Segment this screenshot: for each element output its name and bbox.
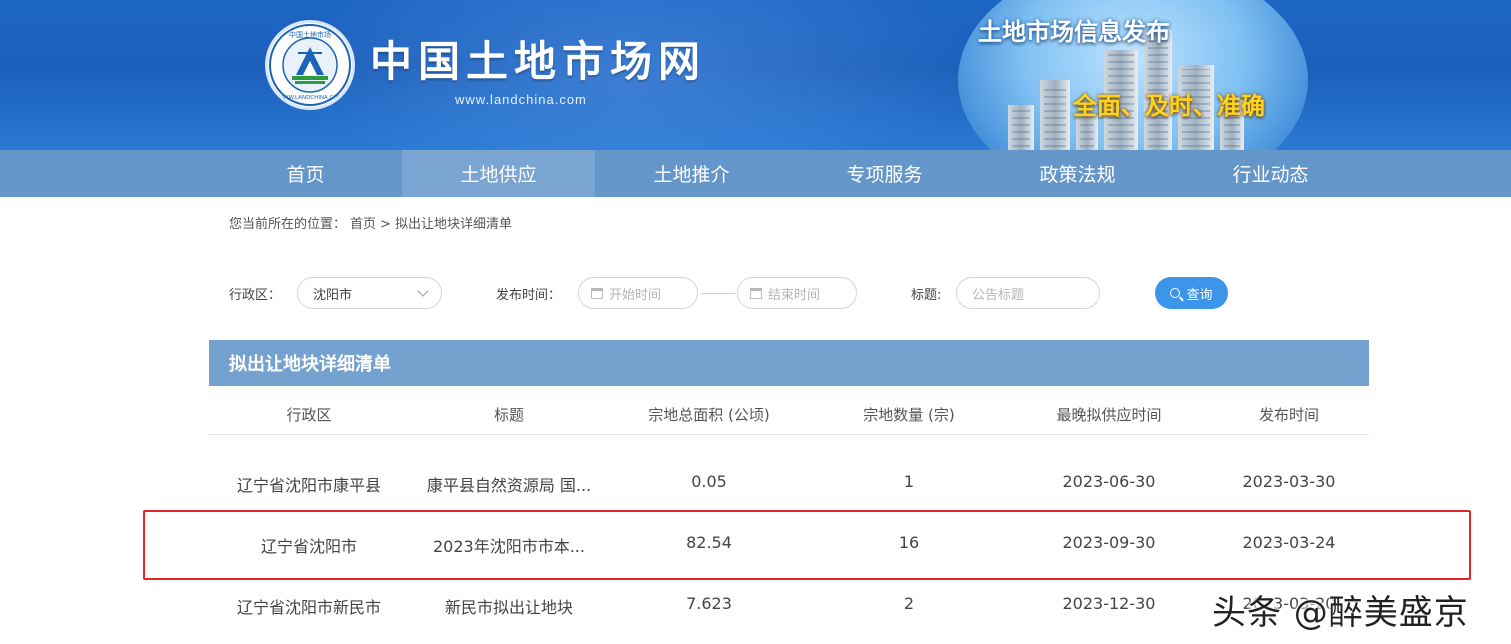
- cell-publish-date: 2023-03-30: [1242, 472, 1336, 491]
- breadcrumb: 您当前所在的位置： 首页 > 拟出让地块详细清单: [229, 213, 516, 232]
- cell-latest-supply: 2023-09-30: [1062, 533, 1156, 552]
- end-date-input[interactable]: 结束时间: [737, 277, 857, 309]
- column-header-parcel-count: 宗地数量 (宗): [863, 406, 955, 424]
- table-title-bar: 拟出让地块详细清单: [209, 340, 1369, 386]
- cell-latest-supply: 2023-06-30: [1062, 472, 1156, 491]
- publish-time-label: 发布时间：: [496, 288, 562, 303]
- site-title: 中国土地市场网: [370, 37, 707, 86]
- region-label: 行政区：: [229, 288, 282, 303]
- table-title: 拟出让地块详细清单: [229, 354, 391, 375]
- svg-text:WWW.LANDCHINA.COM: WWW.LANDCHINA.COM: [278, 95, 343, 101]
- nav-item-home[interactable]: 首页: [209, 150, 402, 197]
- query-button-label: 查询: [1186, 287, 1213, 303]
- nav-item-policies[interactable]: 政策法规: [981, 150, 1174, 197]
- cell-parcel-count: 16: [898, 533, 920, 552]
- table-header-divider: [209, 434, 1369, 435]
- site-logo[interactable]: 中国土地市场 WWW.LANDCHINA.COM: [265, 20, 355, 110]
- main-nav: 首页 土地供应 土地推介 专项服务 政策法规 行业动态: [0, 150, 1511, 197]
- cell-publish-date: 2023-03-24: [1242, 533, 1336, 552]
- breadcrumb-current: 拟出让地块详细清单: [394, 217, 512, 232]
- cell-title-link[interactable]: 康平县自然资源局 国...: [419, 472, 599, 496]
- cell-parcel-count: 1: [903, 472, 915, 491]
- column-header-total-area: 宗地总面积 (公顷): [648, 406, 770, 424]
- query-button[interactable]: 查询: [1155, 277, 1228, 309]
- calendar-icon: [591, 287, 603, 299]
- cell-total-area: 82.54: [686, 533, 732, 552]
- nav-item-special-services[interactable]: 专项服务: [788, 150, 981, 197]
- cell-title-link[interactable]: 2023年沈阳市市本...: [419, 533, 599, 557]
- start-date-placeholder: 开始时间: [609, 287, 662, 303]
- region-select[interactable]: 沈阳市: [297, 277, 442, 309]
- watermark: 头条 @醉美盛京: [1212, 593, 1469, 633]
- scales-emblem-icon: 中国土地市场 WWW.LANDCHINA.COM: [269, 24, 351, 106]
- site-banner: 中国土地市场 WWW.LANDCHINA.COM 中国土地市场网 www.lan…: [0, 0, 1511, 150]
- title-search-placeholder: 公告标题: [972, 287, 1025, 303]
- breadcrumb-prefix: 您当前所在的位置：: [229, 217, 347, 232]
- nav-item-industry-news[interactable]: 行业动态: [1174, 150, 1367, 197]
- site-url: www.landchina.com: [455, 92, 587, 107]
- title-search-input[interactable]: 公告标题: [956, 277, 1100, 309]
- region-select-value: 沈阳市: [313, 287, 353, 303]
- cell-total-area: 0.05: [691, 472, 727, 491]
- date-range-separator: [701, 293, 735, 294]
- nav-item-land-supply[interactable]: 土地供应: [402, 150, 595, 197]
- chevron-down-icon: [417, 285, 429, 297]
- column-header-region: 行政区: [286, 406, 332, 424]
- column-header-title: 标题: [493, 406, 524, 424]
- cell-latest-supply: 2023-12-30: [1062, 594, 1156, 613]
- end-date-placeholder: 结束时间: [768, 287, 821, 303]
- breadcrumb-home-link[interactable]: 首页: [350, 217, 376, 232]
- column-header-publish-date: 发布时间: [1258, 406, 1319, 424]
- svg-text:中国土地市场: 中国土地市场: [289, 30, 331, 39]
- column-header-latest-supply: 最晚拟供应时间: [1056, 406, 1162, 424]
- cell-title-link[interactable]: 新民市拟出让地块: [419, 594, 599, 618]
- breadcrumb-separator: >: [380, 217, 391, 232]
- slogan-main: 土地市场信息发布: [978, 18, 1170, 46]
- nav-item-land-promotion[interactable]: 土地推介: [595, 150, 788, 197]
- cell-region: 辽宁省沈阳市康平县: [236, 476, 381, 495]
- start-date-input[interactable]: 开始时间: [578, 277, 698, 309]
- search-icon: [1170, 288, 1181, 298]
- cell-total-area: 7.623: [686, 594, 732, 613]
- cell-parcel-count: 2: [903, 594, 915, 613]
- slogan-sub: 全面、及时、准确: [1073, 92, 1265, 120]
- cell-region: 辽宁省沈阳市新民市: [236, 598, 381, 617]
- calendar-icon: [750, 287, 762, 299]
- cell-region: 辽宁省沈阳市: [260, 537, 357, 556]
- title-label: 标题:: [911, 288, 942, 303]
